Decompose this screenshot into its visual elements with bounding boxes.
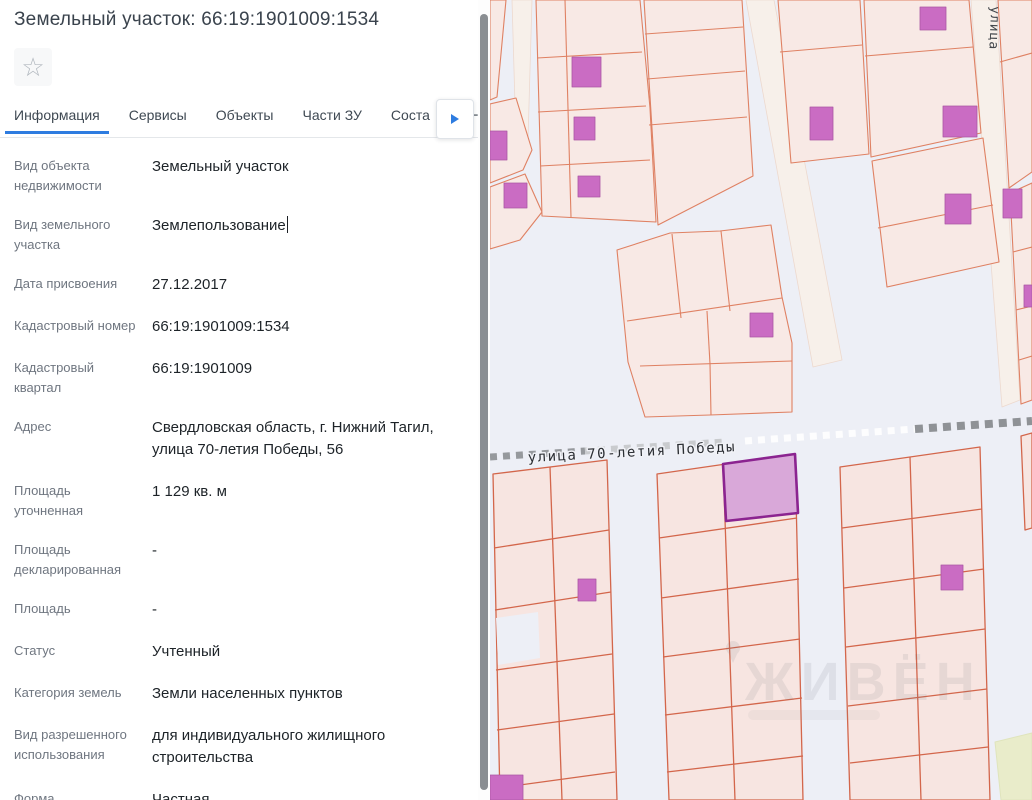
field-value: Свердловская область, г. Нижний Тагил, у…	[152, 419, 434, 459]
field-value: 27.12.2017	[152, 276, 228, 293]
field-value: Частная	[152, 791, 210, 800]
street-name-label: улица 70-летия Победы	[527, 439, 736, 466]
field-label: Категория земель	[14, 685, 122, 701]
field-row: Статус Учтенный	[14, 641, 464, 663]
field-label: Площадь уточненная	[14, 483, 84, 518]
scrollbar-thumb[interactable]	[480, 14, 488, 790]
favorite-button[interactable]: ☆	[14, 48, 52, 86]
tab-bar: Информация Сервисы Объекты Части ЗУ Сост…	[0, 99, 478, 139]
side-street-name-label: улица	[985, 6, 1002, 51]
field-row: Площадь уточненная 1 129 кв. м	[14, 481, 464, 520]
field-value[interactable]: Землепользование	[152, 215, 464, 254]
field-row: Площадь декларированная -	[14, 540, 464, 579]
field-row: Вид земельного участка Землепользование	[14, 215, 464, 254]
field-label: Вид объекта недвижимости	[14, 158, 102, 193]
tab-composition[interactable]: Соста	[391, 107, 430, 133]
field-row: Адрес Свердловская область, г. Нижний Та…	[14, 417, 464, 461]
tab-information[interactable]: Информация	[5, 107, 109, 134]
field-label: Площадь декларированная	[14, 542, 122, 577]
svg-text:ЖИВЁН: ЖИВЁН	[744, 652, 982, 712]
field-label: Площадь	[14, 601, 71, 617]
field-value: 66:19:1901009:1534	[152, 318, 290, 336]
star-icon: ☆	[21, 52, 45, 82]
object-info-panel: Земельный участок: 66:19:1901009:1534 ☆ …	[0, 0, 478, 800]
field-label: Статус	[14, 643, 56, 659]
field-value: Земли населенных пунктов	[152, 685, 343, 703]
field-row: Категория земель Земли населенных пункто…	[14, 683, 464, 705]
field-label: Вид разрешенного использования	[14, 727, 127, 762]
empty-parcel-notch	[496, 612, 540, 665]
field-label: Адрес	[14, 419, 52, 435]
selected-parcel[interactable]	[721, 452, 800, 523]
tab-services[interactable]: Сервисы	[129, 107, 187, 133]
watermark: ЖИВЁН	[726, 641, 982, 720]
field-value: для индивидуального жилищного строительс…	[152, 727, 386, 767]
cadastral-viewer-window: Земельный участок: 66:19:1901009:1534 ☆ …	[0, 0, 1032, 800]
field-row: Вид разрешенного использования для индив…	[14, 725, 464, 769]
tab-scroll-right-button[interactable]	[436, 99, 474, 139]
field-value: -	[152, 542, 157, 560]
field-label: Вид земельного участка	[14, 217, 111, 252]
field-row: Площадь -	[14, 599, 464, 621]
field-row: Вид объекта недвижимости Земельный участ…	[14, 156, 464, 195]
tab-objects[interactable]: Объекты	[216, 107, 274, 133]
field-value: Учтенный	[152, 643, 221, 661]
panel-scrollbar[interactable]	[478, 0, 490, 800]
chevron-right-icon	[451, 114, 459, 124]
text-caret	[286, 216, 289, 233]
field-value: 1 129 кв. м	[152, 483, 227, 501]
field-label: Кадастровый квартал	[14, 360, 95, 395]
field-row: Кадастровый номер 66:19:1901009:1534	[14, 316, 464, 338]
field-row: Кадастровый квартал 66:19:1901009	[14, 358, 464, 397]
field-list: Вид объекта недвижимости Земельный участ…	[14, 156, 464, 800]
cadastral-map[interactable]: улица 70-летия Победы улица ЖИВЁН	[490, 0, 1032, 800]
field-row: Форма собственности Частная	[14, 789, 464, 800]
field-label: Форма собственности	[14, 791, 55, 800]
tab-parcel-parts[interactable]: Части ЗУ	[302, 107, 361, 133]
field-value: -	[152, 601, 157, 619]
map-container: улица 70-летия Победы улица ЖИВЁН	[490, 0, 1032, 800]
field-row: Дата присвоения 27.12.2017	[14, 274, 464, 296]
field-label: Дата присвоения	[14, 276, 118, 291]
green-area	[994, 732, 1032, 800]
field-value: 66:19:1901009	[152, 360, 253, 378]
field-value: Земельный участок	[152, 158, 289, 175]
field-label: Кадастровый номер	[14, 318, 136, 334]
page-title: Земельный участок: 66:19:1901009:1534	[14, 9, 380, 30]
